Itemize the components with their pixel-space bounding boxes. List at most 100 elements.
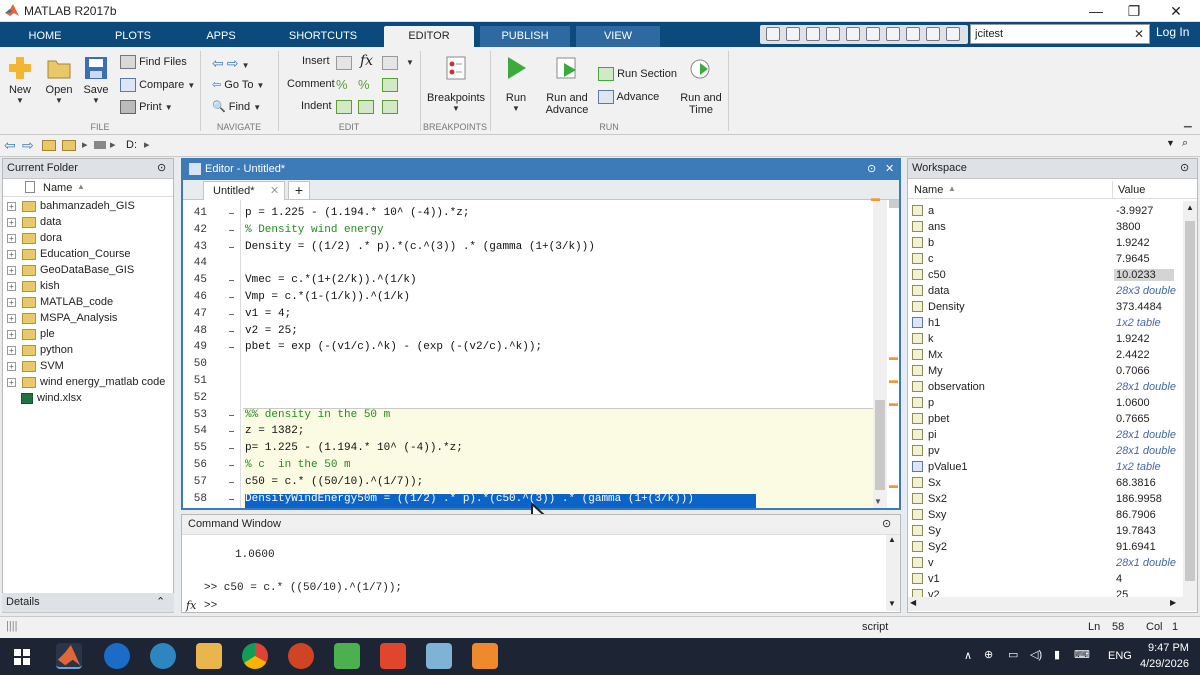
workspace-variable-row[interactable]: v2 25 bbox=[910, 587, 1180, 597]
expand-icon[interactable]: + bbox=[7, 217, 16, 227]
powerpoint-taskbar-icon[interactable] bbox=[288, 643, 314, 669]
code-line[interactable]: pbet = exp (-(v1/c).^k) - (exp (-(v2/c).… bbox=[245, 341, 542, 353]
search-app-taskbar-icon[interactable] bbox=[150, 643, 176, 669]
folder-item[interactable]: + kish bbox=[7, 280, 60, 296]
scroll-up-icon[interactable]: ▲ bbox=[888, 535, 896, 544]
find-button[interactable]: 🔍 Find ▼ bbox=[212, 100, 261, 113]
app-taskbar-icon[interactable] bbox=[426, 643, 452, 669]
tab-view[interactable]: VIEW bbox=[576, 26, 660, 47]
folder-item[interactable]: + wind energy_matlab code bbox=[7, 376, 165, 392]
workspace-variable-row[interactable]: Density 373.4484 bbox=[910, 299, 1180, 315]
up-folder-icon[interactable] bbox=[42, 140, 56, 151]
windows-start-icon[interactable] bbox=[14, 649, 30, 665]
workspace-variable-row[interactable]: Sy 19.7843 bbox=[910, 523, 1180, 539]
uncomment-icon[interactable]: % bbox=[358, 77, 370, 92]
code-line[interactable]: Density = ((1/2) .* p).*(c.^(3)) .* (gam… bbox=[245, 241, 595, 253]
insert-dropdown-icon[interactable]: ▼ bbox=[406, 58, 414, 67]
breakpoint-dash[interactable] bbox=[229, 297, 234, 298]
scroll-thumb[interactable] bbox=[875, 400, 885, 490]
insert-script-icon[interactable] bbox=[382, 56, 398, 70]
scroll-thumb[interactable] bbox=[1185, 221, 1195, 581]
workspace-variable-row[interactable]: Mx 2.4422 bbox=[910, 347, 1180, 363]
breakpoint-dash[interactable] bbox=[229, 313, 234, 315]
path-dropdown-icon[interactable]: ▼ bbox=[1166, 138, 1175, 148]
breakpoint-dash[interactable] bbox=[229, 213, 234, 214]
code-line[interactable]: c50 = c.* ((50/10).^(1/7)); bbox=[245, 476, 423, 488]
chrome-taskbar-icon[interactable] bbox=[242, 643, 268, 669]
cut-icon[interactable] bbox=[806, 27, 820, 41]
login-link[interactable]: Log In bbox=[1156, 25, 1189, 39]
expand-icon[interactable]: + bbox=[7, 297, 16, 307]
workspace-variable-row[interactable]: a -3.9927 bbox=[910, 203, 1180, 219]
expand-icon[interactable]: + bbox=[7, 249, 16, 259]
warning-marker[interactable]: ▬ bbox=[889, 375, 898, 385]
run-and-advance-button[interactable]: Run and Advance bbox=[542, 55, 592, 116]
maximize-button[interactable]: ❐ bbox=[1114, 0, 1154, 22]
scroll-down-icon[interactable]: ▼ bbox=[888, 599, 896, 608]
details-panel[interactable]: Details ⌃ bbox=[2, 593, 174, 613]
value-column-header[interactable]: Value bbox=[1118, 184, 1145, 196]
switch-windows-icon[interactable] bbox=[906, 27, 920, 41]
workspace-variable-row[interactable]: c50 10.0233 bbox=[910, 267, 1180, 283]
warning-marker[interactable]: ▬ bbox=[889, 480, 898, 490]
workspace-variable-row[interactable]: ans 3800 bbox=[910, 219, 1180, 235]
clock-time[interactable]: 9:47 PM bbox=[1148, 642, 1189, 654]
workspace-hscrollbar[interactable]: ◀ ▶ bbox=[908, 597, 1197, 611]
paste-icon[interactable] bbox=[846, 27, 860, 41]
workspace-variable-row[interactable]: h1 1x2 table bbox=[910, 315, 1180, 331]
command-scrollbar[interactable]: ▲ ▼ bbox=[886, 535, 900, 611]
folder-column-header[interactable]: Name ▲ bbox=[3, 179, 173, 197]
workspace-variable-row[interactable]: pi 28x1 double bbox=[910, 427, 1180, 443]
workspace-variable-row[interactable]: observation 28x1 double bbox=[910, 379, 1180, 395]
breakpoint-dash[interactable] bbox=[229, 330, 234, 332]
copy-icon[interactable] bbox=[826, 27, 840, 41]
new-tab-button[interactable]: + bbox=[288, 181, 310, 200]
folder-item[interactable]: + MSPA_Analysis bbox=[7, 312, 117, 328]
scroll-down-icon[interactable]: ▼ bbox=[874, 497, 882, 506]
workspace-variable-row[interactable]: pv 28x1 double bbox=[910, 443, 1180, 459]
code-line[interactable]: % c in the 50 m bbox=[245, 459, 351, 471]
workspace-variable-row[interactable]: pValue1 1x2 table bbox=[910, 459, 1180, 475]
expand-icon[interactable]: + bbox=[7, 233, 16, 243]
folder-item[interactable]: + SVM bbox=[7, 360, 64, 376]
expand-icon[interactable]: + bbox=[7, 377, 16, 387]
input-language[interactable]: ENG bbox=[1108, 650, 1132, 662]
workspace-menu-icon[interactable]: ⊙ bbox=[1180, 161, 1189, 174]
scroll-left-icon[interactable]: ◀ bbox=[910, 598, 916, 607]
code-line[interactable]: DensityWindEnergy50m = ((1/2) .* p).*(c5… bbox=[245, 493, 694, 505]
code-line[interactable]: % Density wind energy bbox=[245, 224, 384, 236]
code-area[interactable]: 40 z = 1382 41 p = 1.225 - (1.194.* 10^ (… bbox=[183, 200, 873, 508]
breakpoint-dash[interactable] bbox=[229, 481, 234, 483]
folder-item[interactable]: + data bbox=[7, 216, 61, 232]
tab-publish[interactable]: PUBLISH bbox=[480, 26, 570, 47]
breakpoint-dash[interactable] bbox=[229, 465, 234, 466]
tab-untitled[interactable]: Untitled* ✕ bbox=[203, 181, 285, 200]
breakpoint-dash[interactable] bbox=[229, 431, 234, 433]
function-browser-icon[interactable]: fx bbox=[186, 599, 196, 612]
breakpoint-dash[interactable] bbox=[229, 347, 234, 349]
file-item[interactable]: wind.xlsx bbox=[21, 392, 82, 408]
search-folder-icon[interactable]: ⌕ bbox=[1182, 137, 1188, 150]
insert-section-icon[interactable] bbox=[336, 56, 352, 70]
run-and-time-button[interactable]: Run and Time bbox=[678, 55, 724, 116]
run-section-button[interactable]: Run Section bbox=[598, 67, 677, 81]
expand-details-icon[interactable]: ⌃ bbox=[156, 595, 165, 608]
breakpoints-button[interactable]: Breakpoints ▼ bbox=[426, 55, 486, 113]
help-icon[interactable] bbox=[926, 27, 940, 41]
quick-save-all-icon[interactable] bbox=[786, 27, 800, 41]
folder-item[interactable]: + ple bbox=[7, 328, 55, 344]
documentation-search-input[interactable]: jcitest ✕ bbox=[970, 24, 1150, 44]
insert-function-icon[interactable]: fx bbox=[360, 53, 373, 69]
breakpoint-dash[interactable] bbox=[229, 229, 234, 231]
close-tab-icon[interactable]: ✕ bbox=[270, 184, 279, 197]
wrap-comments-icon[interactable] bbox=[382, 78, 398, 92]
matlab-taskbar-icon[interactable] bbox=[56, 643, 82, 669]
workspace-variable-row[interactable]: Sx 68.3816 bbox=[910, 475, 1180, 491]
tab-editor[interactable]: EDITOR bbox=[384, 26, 474, 47]
expand-icon[interactable]: + bbox=[7, 281, 16, 291]
scroll-right-icon[interactable]: ▶ bbox=[1170, 598, 1176, 607]
warning-marker[interactable]: ▬ bbox=[871, 193, 880, 203]
new-button[interactable]: New ▼ bbox=[4, 55, 36, 105]
open-button[interactable]: Open ▼ bbox=[42, 55, 76, 105]
breakpoint-dash[interactable] bbox=[229, 280, 234, 282]
